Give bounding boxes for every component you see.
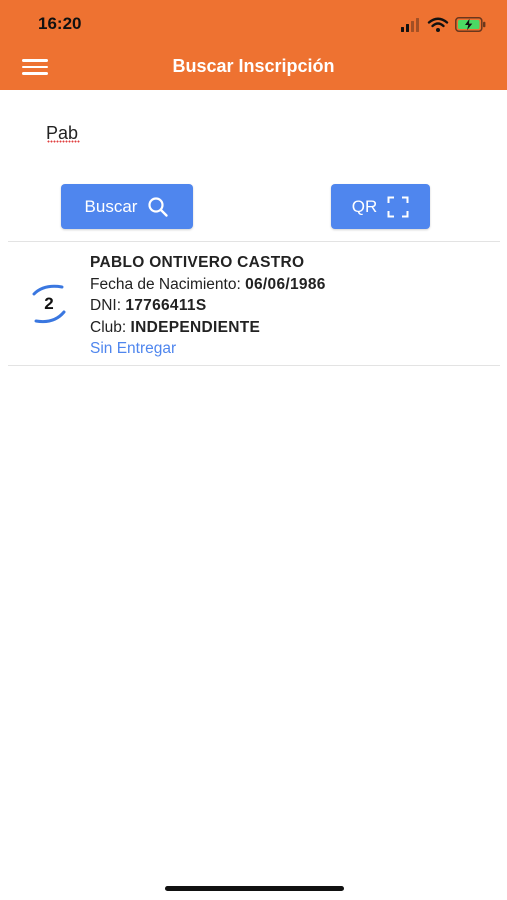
- qr-scan-icon: [387, 196, 409, 218]
- search-input[interactable]: [46, 118, 466, 148]
- club-label: Club:: [90, 318, 127, 336]
- delivery-status: Sin Entregar: [90, 340, 177, 357]
- birthdate-label: Fecha de Nacimiento:: [90, 275, 241, 293]
- registration-number-badge: 2: [28, 284, 70, 324]
- qr-button[interactable]: QR: [331, 184, 430, 229]
- list-divider-bottom: [8, 365, 500, 366]
- qr-button-label: QR: [351, 196, 378, 216]
- search-button-label: Buscar: [84, 196, 138, 216]
- dni-label: DNI:: [90, 297, 121, 314]
- participant-name: PABLO ONTIVERO CASTRO: [90, 254, 305, 271]
- spellcheck-underline: [47, 140, 80, 143]
- search-button[interactable]: Buscar: [61, 184, 193, 229]
- club-value: INDEPENDIENTE: [130, 318, 261, 336]
- signal-icon: [401, 18, 419, 32]
- birthdate-value: 06/06/1986: [245, 275, 326, 293]
- dni-row: DNI: 17766411S: [90, 295, 326, 317]
- birthdate-row: Fecha de Nacimiento: 06/06/1986: [90, 274, 326, 296]
- club-row: Club: INDEPENDIENTE: [90, 317, 326, 339]
- wifi-icon: [427, 17, 449, 32]
- header-bar: 16:20 Buscar Inscripción: [0, 0, 507, 90]
- result-list-item[interactable]: 2 PABLO ONTIVERO CASTRO Fecha de Nacimie…: [8, 242, 500, 365]
- result-info: PABLO ONTIVERO CASTRO Fecha de Nacimient…: [90, 252, 326, 360]
- dni-value: 17766411S: [125, 297, 207, 314]
- page-title: Buscar Inscripción: [172, 56, 335, 76]
- battery-charging-icon: [455, 17, 486, 32]
- status-time: 16:20: [38, 14, 82, 33]
- search-icon: [147, 196, 169, 218]
- app-screen: 16:20 Buscar Inscripción Pab Buscar QR 2…: [0, 0, 507, 900]
- home-indicator[interactable]: [165, 886, 344, 891]
- badge-number: 2: [44, 294, 54, 313]
- status-icons: [401, 15, 487, 35]
